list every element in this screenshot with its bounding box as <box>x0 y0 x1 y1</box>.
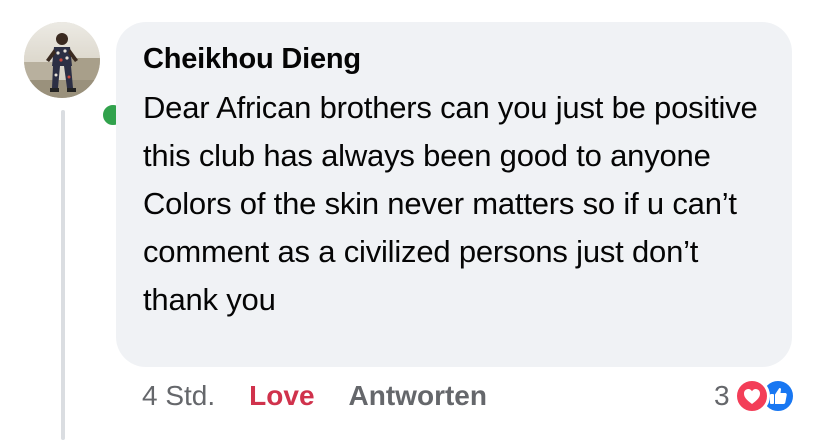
heart-reaction-icon <box>733 378 770 414</box>
avatar-image <box>24 22 100 98</box>
avatar-wrapper[interactable] <box>24 22 126 128</box>
comment-timestamp[interactable]: 4 Std. <box>142 378 215 414</box>
thread-line <box>61 110 65 440</box>
reaction-count: 3 <box>714 380 730 411</box>
comment-thread: Cheikhou Dieng Dear African brothers can… <box>0 0 827 440</box>
comment-author-name[interactable]: Cheikhou Dieng <box>143 42 772 76</box>
comment-bubble: Cheikhou Dieng Dear African brothers can… <box>116 22 792 367</box>
reaction-icons <box>733 378 796 414</box>
avatar[interactable] <box>24 22 100 98</box>
love-reaction-button[interactable]: Love <box>249 378 314 414</box>
reply-button[interactable]: Antworten <box>349 378 487 414</box>
comment-text: Dear African brothers can you just be po… <box>143 90 758 317</box>
comment-actions: 4 Std. Love Antworten <box>142 378 487 414</box>
reaction-summary[interactable]: 3 <box>714 374 796 418</box>
